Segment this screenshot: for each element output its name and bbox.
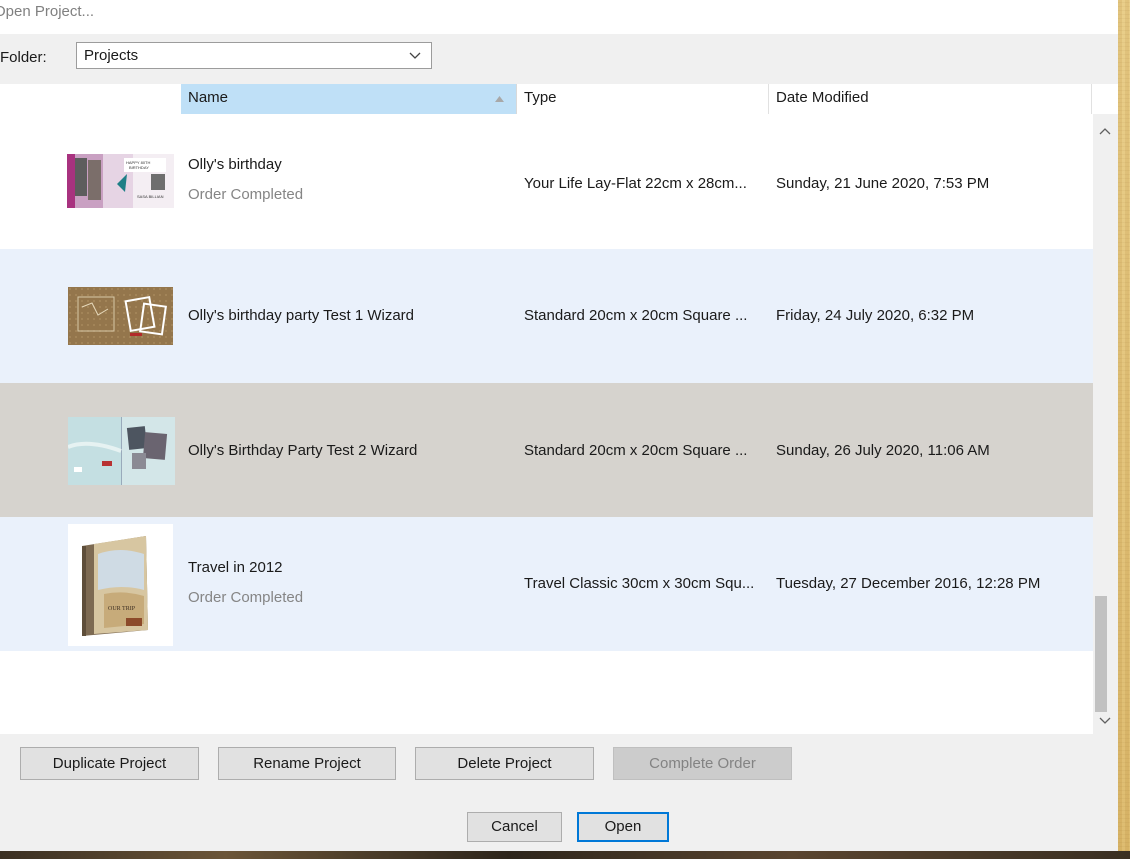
column-type-label: Type — [524, 89, 557, 106]
vertical-scrollbar[interactable] — [1093, 114, 1118, 734]
column-header-date[interactable]: Date Modified — [769, 84, 1092, 114]
chevron-down-icon[interactable] — [1093, 710, 1118, 732]
delete-project-button[interactable]: Delete Project — [415, 747, 594, 780]
folder-value: Projects — [84, 47, 139, 64]
thumbnail-image — [68, 417, 175, 485]
open-button[interactable]: Open — [577, 812, 669, 842]
thumbnail-text: OUR TRIP — [108, 606, 136, 612]
project-type: Travel Classic 30cm x 30cm Squ... — [524, 575, 755, 592]
list-item[interactable]: Olly's birthday party Test 1 Wizard Stan… — [0, 249, 1093, 383]
project-thumbnail: OUR TRIP — [68, 524, 173, 646]
folder-dropdown[interactable]: Projects — [76, 42, 432, 69]
desktop-background-strip — [0, 851, 1130, 859]
duplicate-project-button[interactable]: Duplicate Project — [20, 747, 199, 780]
project-type: Your Life Lay-Flat 22cm x 28cm... — [524, 175, 747, 192]
project-date: Tuesday, 27 December 2016, 12:28 PM — [776, 575, 1041, 592]
thumbnail-text: SASA BILLIAN — [137, 194, 164, 199]
project-name: Travel in 2012 — [188, 559, 283, 576]
sort-ascending-icon — [495, 96, 504, 102]
project-name: Olly's birthday — [188, 156, 282, 173]
project-type: Standard 20cm x 20cm Square ... — [524, 307, 748, 324]
column-name-label: Name — [188, 89, 229, 106]
project-thumbnail — [68, 417, 175, 485]
window-title: Open Project... — [0, 3, 95, 20]
open-project-dialog: Open Project... Folder: Projects Name Ty… — [0, 0, 1118, 851]
project-thumbnail — [68, 287, 173, 345]
rename-project-button[interactable]: Rename Project — [218, 747, 396, 780]
thumbnail-image: HAPPY 80TH BIRTHDAY SASA BILLIAN — [67, 154, 174, 208]
project-status: Order Completed — [188, 589, 304, 606]
project-name: Olly's birthday party Test 1 Wizard — [188, 307, 414, 324]
column-header-name[interactable]: Name — [181, 84, 517, 114]
project-list: Name Type Date Modified HAPPY 80TH BIRTH… — [0, 84, 1118, 734]
list-item-selected[interactable]: Olly's Birthday Party Test 2 Wizard Stan… — [0, 383, 1093, 517]
complete-order-button[interactable]: Complete Order — [613, 747, 792, 780]
thumbnail-text: BIRTHDAY — [129, 165, 149, 170]
folder-label: Folder: — [0, 49, 47, 66]
thumbnail-image — [68, 287, 173, 345]
list-item[interactable]: HAPPY 80TH BIRTHDAY SASA BILLIAN Olly's … — [0, 114, 1093, 248]
project-date: Friday, 24 July 2020, 6:32 PM — [776, 307, 975, 324]
project-date: Sunday, 26 July 2020, 11:06 AM — [776, 442, 990, 459]
folder-row: Folder: Projects — [0, 34, 1118, 84]
scrollbar-thumb[interactable] — [1095, 596, 1107, 712]
project-type: Standard 20cm x 20cm Square ... — [524, 442, 748, 459]
project-date: Sunday, 21 June 2020, 7:53 PM — [776, 175, 990, 192]
column-date-label: Date Modified — [776, 89, 869, 106]
project-name: Olly's Birthday Party Test 2 Wizard — [188, 442, 418, 459]
cancel-button[interactable]: Cancel — [467, 812, 562, 842]
project-status: Order Completed — [188, 186, 304, 203]
project-thumbnail: HAPPY 80TH BIRTHDAY SASA BILLIAN — [67, 154, 174, 208]
chevron-up-icon[interactable] — [1093, 120, 1118, 142]
list-header: Name Type Date Modified — [0, 84, 1093, 114]
chevron-down-icon — [409, 52, 421, 59]
column-header-type[interactable]: Type — [517, 84, 769, 114]
list-item[interactable]: OUR TRIP Travel in 2012 Order Completed … — [0, 517, 1093, 651]
thumbnail-image: OUR TRIP — [68, 524, 173, 646]
title-bar: Open Project... — [0, 0, 1118, 34]
